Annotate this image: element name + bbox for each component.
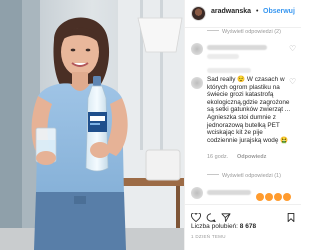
bookmark-icon[interactable] [287,209,295,227]
post-header: aradwanska • Obserwuj [185,0,301,28]
replies-line [207,174,219,175]
comment-item [185,186,301,201]
follow-button[interactable]: Obserwuj [263,8,295,15]
post-photo[interactable] [0,0,184,250]
comment-item: ♡ [185,42,301,60]
blurred-comment-text [207,190,251,195]
replies-line [207,30,219,31]
post-sidebar: aradwanska • Obserwuj Wyświetl odpowiedz… [184,0,301,250]
header-separator: • [256,8,259,15]
comment-item: Sad really 😟 W czasach w których ogrom p… [185,76,301,160]
comment-age: 16 godz. [207,154,229,160]
blurred-comment-meta [207,68,251,73]
comment-like-icon[interactable]: ♡ [289,77,296,86]
view-replies-link[interactable]: Wyświetl odpowiedzi (1) [185,172,301,181]
comment-text: Sad really 😟 W czasach w których ogrom p… [207,76,291,144]
instagram-post: aradwanska • Obserwuj Wyświetl odpowiedz… [0,0,301,250]
commenter-avatar[interactable] [191,187,203,199]
post-date: 1 DZIEŃ TEMU [191,234,226,239]
comment-reply-button[interactable]: Odpowiedz [237,154,266,160]
comment-like-icon[interactable]: ♡ [289,44,296,53]
view-replies-label: Wyświetl odpowiedzi (2) [222,29,281,35]
blurred-comment-text [207,45,267,50]
blurred-comment-meta [207,54,239,59]
woman-with-water-bottle-image [0,0,184,250]
likes-count[interactable]: 8 678 [240,223,256,230]
commenter-avatar[interactable] [191,43,203,55]
view-replies-link[interactable]: Wyświetl odpowiedzi (2) [185,28,301,37]
commenter-avatar[interactable] [191,77,203,89]
comments-list[interactable]: Wyświetl odpowiedzi (2) ♡ Sad really 😟 W… [185,28,301,188]
view-replies-label: Wyświetl odpowiedzi (1) [222,173,281,179]
author-avatar[interactable] [191,6,206,21]
post-actions [185,204,301,223]
likes-summary: Liczba polubień: 8 678 [191,223,256,230]
likes-label: Liczba polubień: [191,223,238,230]
author-username[interactable]: aradwanska [211,8,251,15]
